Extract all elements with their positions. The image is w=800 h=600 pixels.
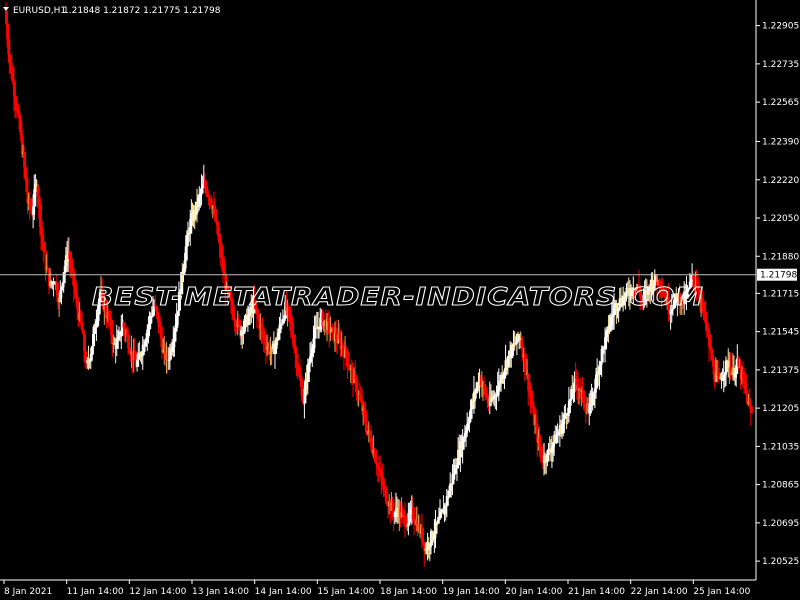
candle-body (437, 518, 441, 520)
candle-body (749, 406, 753, 414)
candle-body (303, 389, 307, 404)
x-tick-label: 14 Jan 14:00 (255, 587, 312, 597)
y-tick-label: 1.22220 (762, 176, 799, 186)
x-tick-label: 8 Jan 2021 (4, 587, 52, 597)
y-tick-label: 1.20865 (762, 481, 799, 491)
x-tick-label: 22 Jan 14:00 (631, 587, 688, 597)
y-tick-label: 1.22050 (762, 214, 799, 224)
candle-body (176, 310, 180, 317)
candle-body (745, 389, 749, 395)
candle-body (46, 268, 50, 271)
x-tick-label: 11 Jan 14:00 (67, 587, 124, 597)
x-tick-label: 19 Jan 14:00 (443, 587, 500, 597)
x-tick-label: 25 Jan 14:00 (693, 587, 750, 597)
x-tick-label: 18 Jan 14:00 (380, 587, 437, 597)
y-tick-label: 1.21375 (762, 366, 799, 376)
candle-body (200, 187, 204, 194)
y-axis-ticks: 1.22905 1.22735 1.22565 1.22390 1.22220 1.220… (756, 22, 799, 567)
y-tick-label: 1.21205 (762, 404, 799, 414)
y-tick-label: 1.20525 (762, 557, 799, 567)
candle-body (185, 234, 189, 247)
candle-body (156, 311, 160, 316)
candle-body (120, 330, 124, 337)
candle-body (461, 436, 465, 450)
chart-window[interactable]: 1.22905 1.22735 1.22565 1.22390 1.22220 1.220… (0, 0, 800, 600)
candle-body (23, 152, 27, 168)
x-tick-label: 15 Jan 14:00 (317, 587, 374, 597)
candle-body (115, 339, 119, 349)
candle-body (595, 374, 599, 389)
x-axis-ticks: 8 Jan 2021 11 Jan 14:00 12 Jan 14:00 13 Jan… (3, 580, 751, 597)
candle-body (539, 446, 543, 451)
current-price-label: 1.21798 (760, 271, 797, 281)
y-tick-label: 1.22735 (762, 60, 799, 70)
y-tick-label: 1.22565 (762, 98, 799, 108)
x-tick-label: 20 Jan 14:00 (505, 587, 562, 597)
watermark-text: BEST-METATRADER-INDICATORS.COM (92, 282, 704, 311)
y-tick-label: 1.20695 (762, 519, 799, 529)
y-tick-label: 1.21715 (762, 289, 799, 299)
candle-body (38, 203, 42, 227)
chart-canvas[interactable]: 1.22905 1.22735 1.22565 1.22390 1.22220 1.220… (0, 0, 800, 600)
candle-body (523, 353, 527, 371)
x-tick-label: 21 Jan 14:00 (568, 587, 625, 597)
x-tick-label: 13 Jan 14:00 (192, 587, 249, 597)
chart-menu-triangle-icon[interactable] (3, 7, 9, 11)
candle-body (182, 268, 186, 275)
y-tick-label: 1.22390 (762, 138, 799, 148)
candle-body (345, 348, 349, 358)
x-tick-label: 12 Jan 14:00 (129, 587, 186, 597)
y-tick-label: 1.21035 (762, 442, 799, 452)
candle-body (420, 527, 424, 542)
ohlc-values: 1.21848 1.21872 1.21775 1.21798 (63, 6, 221, 16)
candle-body (89, 354, 93, 361)
y-tick-label: 1.22905 (762, 22, 799, 32)
y-tick-label: 1.21545 (762, 328, 799, 338)
symbol-label: EURUSD,H1 (13, 6, 66, 16)
candle-body (24, 167, 28, 178)
y-tick-label: 1.21880 (762, 252, 799, 262)
